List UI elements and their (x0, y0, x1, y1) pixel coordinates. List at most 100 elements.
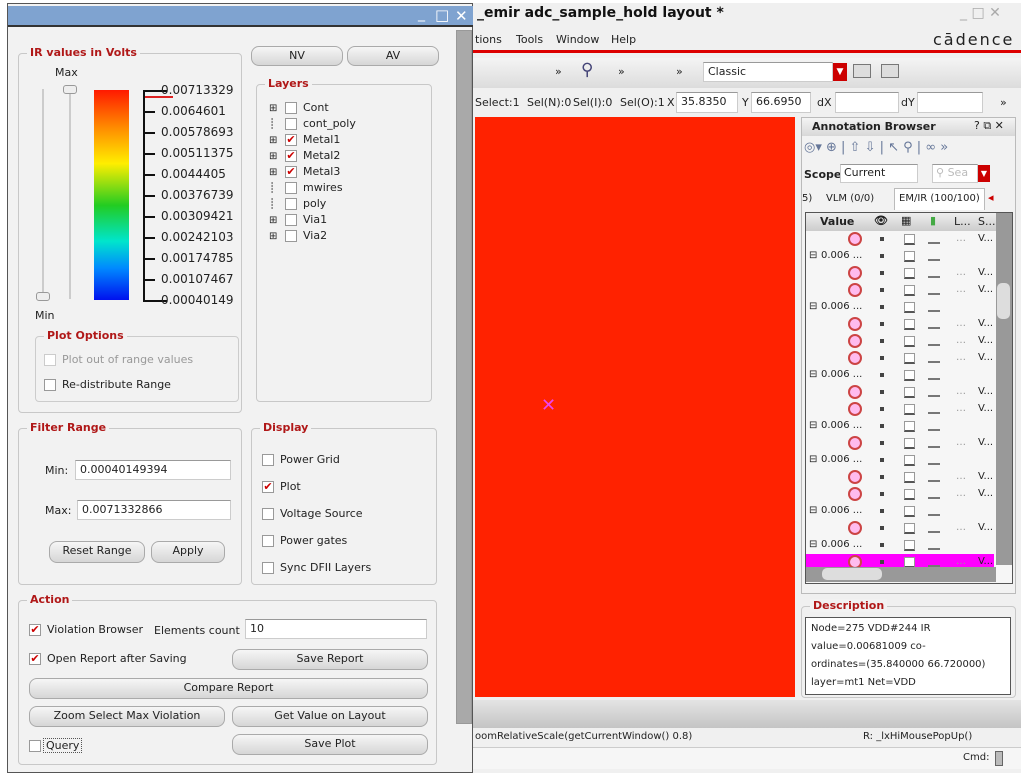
row-flag[interactable] (928, 276, 940, 278)
tree-group-row[interactable]: ⊟ 0.006 ... (806, 367, 994, 384)
tree-row[interactable]: V...… (806, 384, 994, 401)
visible-dot-icon[interactable] (880, 356, 884, 360)
collapse-icon[interactable]: ⊟ (809, 505, 817, 516)
maximize-icon[interactable]: □ (435, 6, 449, 24)
y-field[interactable]: 66.6950 (751, 92, 811, 113)
layer-item[interactable]: ┊ mwires (269, 181, 343, 194)
row-flag[interactable] (928, 395, 940, 397)
layer-checkbox[interactable]: ✔ (285, 150, 297, 162)
visible-dot-icon[interactable] (880, 390, 884, 394)
row-flag[interactable] (928, 259, 940, 261)
collapse-icon[interactable]: ⊟ (809, 369, 817, 380)
tab-scroll-left[interactable]: ◂ (988, 191, 994, 204)
nv-button[interactable]: NV (251, 46, 343, 66)
expand-icon[interactable]: ⊞ (269, 215, 285, 226)
col-l[interactable]: L... (954, 215, 971, 228)
layer-checkbox[interactable] (285, 198, 297, 210)
tree-row[interactable]: V...… (806, 486, 994, 503)
visible-dot-icon[interactable] (880, 441, 884, 445)
visible-dot-icon[interactable] (880, 237, 884, 241)
save-plot-button[interactable]: Save Plot (232, 734, 428, 755)
col-flag-icon[interactable]: ▮ (930, 214, 936, 227)
tree-row[interactable]: V...… (806, 282, 994, 299)
row-flag[interactable] (928, 514, 940, 516)
row-flag[interactable] (928, 429, 940, 431)
row-checkbox[interactable] (904, 455, 915, 466)
display-checkbox[interactable]: ✔ (262, 481, 274, 493)
layer-item[interactable]: ⊞ Cont (269, 101, 329, 114)
collapse-icon[interactable]: ⊟ (809, 454, 817, 465)
menu-window[interactable]: Window (556, 33, 599, 46)
row-checkbox[interactable] (904, 404, 915, 415)
toolbar-more[interactable]: » (555, 65, 562, 78)
window-controls[interactable]: _ □ ✕ (960, 5, 1001, 21)
get-value-button[interactable]: Get Value on Layout (232, 706, 428, 727)
reset-range-button[interactable]: Reset Range (49, 541, 145, 563)
collapse-icon[interactable]: ⊟ (809, 420, 817, 431)
compare-report-button[interactable]: Compare Report (29, 678, 428, 699)
tree-row[interactable]: V...… (806, 265, 994, 282)
expand-icon[interactable]: ⊞ (269, 231, 285, 242)
row-checkbox[interactable] (904, 234, 915, 245)
visible-dot-icon[interactable] (880, 560, 884, 564)
expand-icon[interactable]: ⊞ (269, 151, 285, 162)
dropdown-icon[interactable]: ▼ (978, 165, 990, 182)
visible-dot-icon[interactable] (880, 424, 884, 428)
row-checkbox[interactable] (904, 540, 915, 551)
toolbar-more[interactable]: » (676, 65, 683, 78)
row-flag[interactable] (928, 446, 940, 448)
tab-prev[interactable]: 5) (802, 193, 812, 204)
display-checkbox[interactable] (262, 454, 274, 466)
visible-dot-icon[interactable] (880, 509, 884, 513)
tree-row[interactable]: V...… (806, 435, 994, 452)
apply-button[interactable]: Apply (151, 541, 225, 563)
expand-icon[interactable]: ⊞ (269, 167, 285, 178)
dropdown-icon[interactable]: ▼ (833, 63, 847, 81)
layout-canvas[interactable]: ✕ (475, 117, 795, 697)
row-checkbox[interactable] (904, 370, 915, 381)
save-report-button[interactable]: Save Report (232, 649, 428, 670)
display-option[interactable]: ✔ Plot (262, 480, 301, 493)
collapse-icon[interactable]: ⊟ (809, 250, 817, 261)
tree-row[interactable]: V...… (806, 401, 994, 418)
layer-item[interactable]: ┊ cont_poly (269, 117, 356, 130)
row-checkbox[interactable] (904, 268, 915, 279)
row-flag[interactable] (928, 344, 940, 346)
expand-icon[interactable]: ⊞ (269, 135, 285, 146)
visible-dot-icon[interactable] (880, 543, 884, 547)
layer-checkbox[interactable]: ✔ (285, 166, 297, 178)
tree-group-row[interactable]: ⊟ 0.006 ... (806, 537, 994, 554)
layer-item[interactable]: ⊞ ✔ Metal1 (269, 133, 340, 146)
row-checkbox[interactable] (904, 438, 915, 449)
dy-field[interactable] (917, 92, 983, 113)
row-checkbox[interactable] (904, 319, 915, 330)
min-slider[interactable] (36, 89, 50, 301)
row-flag[interactable] (928, 463, 940, 465)
row-flag[interactable] (928, 327, 940, 329)
row-checkbox[interactable] (904, 302, 915, 313)
row-flag[interactable] (928, 531, 940, 533)
redistribute-range-checkbox[interactable]: Re-distribute Range (44, 378, 171, 391)
close-icon[interactable]: ✕ (455, 7, 468, 25)
collapse-icon[interactable]: ⊟ (809, 301, 817, 312)
display-checkbox[interactable] (262, 535, 274, 547)
max-slider[interactable] (63, 85, 77, 299)
collapse-icon[interactable]: ⊟ (809, 539, 817, 550)
row-checkbox[interactable] (904, 523, 915, 534)
dx-field[interactable] (835, 92, 899, 113)
window-icon[interactable] (853, 64, 871, 78)
visible-dot-icon[interactable] (880, 407, 884, 411)
visible-dot-icon[interactable] (880, 458, 884, 462)
row-flag[interactable] (928, 242, 940, 244)
expand-icon[interactable]: ⊞ (269, 103, 285, 114)
tree-row[interactable]: V...… (806, 520, 994, 537)
status-more[interactable]: » (1000, 96, 1007, 109)
row-checkbox[interactable] (904, 421, 915, 432)
visible-dot-icon[interactable] (880, 339, 884, 343)
row-checkbox[interactable] (904, 489, 915, 500)
visible-dot-icon[interactable] (880, 373, 884, 377)
layer-checkbox[interactable]: ✔ (285, 134, 297, 146)
dialog-scrollbar[interactable] (456, 30, 472, 724)
row-checkbox[interactable] (904, 387, 915, 398)
display-option[interactable]: Sync DFII Layers (262, 561, 371, 574)
